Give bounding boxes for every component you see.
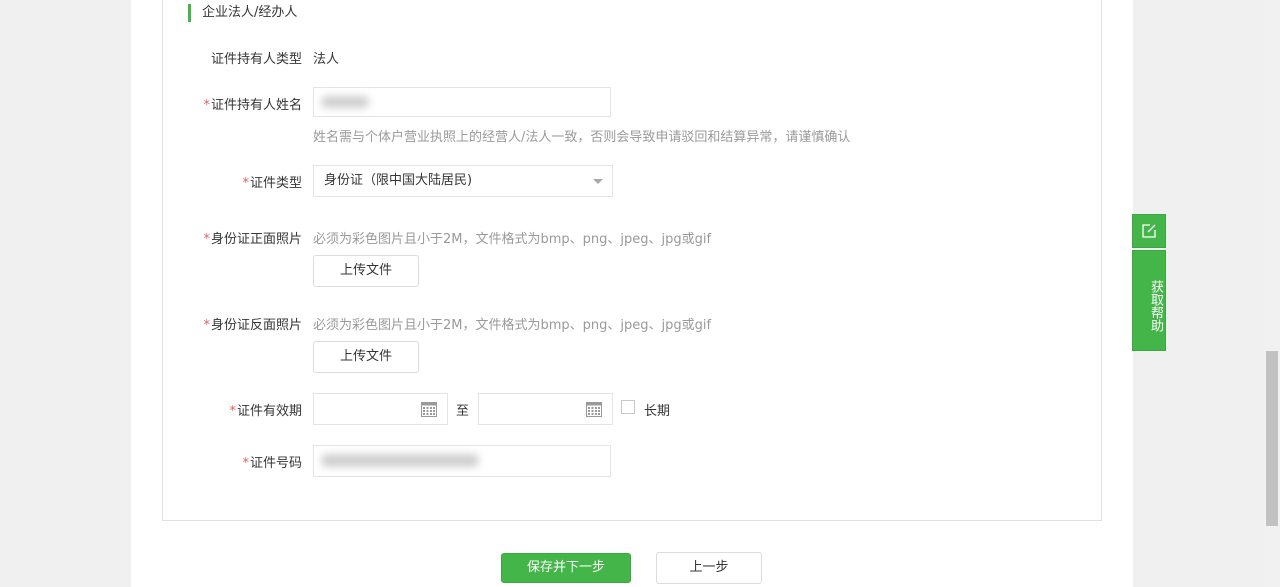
required-mark: * [203,232,210,247]
feedback-button[interactable] [1132,214,1166,248]
holder-type-value: 法人 [313,52,340,67]
date-range-separator: 至 [456,404,470,419]
redacted-name [321,96,369,108]
id-number-label: *证件号码 [242,456,302,471]
id-type-selected-value: 身份证（限中国大陆居民) [324,173,473,188]
id-front-tip: 必须为彩色图片且小于2M，文件格式为bmp、png、jpeg、jpg或gif [313,232,712,247]
validity-start-date-input[interactable] [313,393,448,425]
calendar-icon [421,402,437,417]
holder-type-label: 证件持有人类型 [210,52,302,67]
edit-icon [1142,224,1156,238]
required-mark: * [203,318,210,333]
id-back-tip: 必须为彩色图片且小于2M，文件格式为bmp、png、jpeg、jpg或gif [313,318,712,333]
save-next-button[interactable]: 保存并下一步 [501,553,631,583]
long-term-label: 长期 [644,404,671,419]
scrollbar-thumb[interactable] [1266,351,1278,526]
validity-end-date-input[interactable] [478,393,613,425]
id-type-label: *证件类型 [242,176,302,191]
prev-step-button[interactable]: 上一步 [656,552,762,584]
holder-name-tip: 姓名需与个体户营业执照上的经营人/法人一致，否则会导致申请驳回和结算异常，请谨慎… [313,130,851,145]
chevron-down-icon [593,179,603,184]
required-mark: * [203,98,210,113]
validity-label: *证件有效期 [229,404,302,419]
holder-name-label: *证件持有人姓名 [203,98,302,113]
required-mark: * [229,404,236,419]
id-back-label: *身份证反面照片 [203,318,302,333]
required-mark: * [242,176,249,191]
long-term-checkbox[interactable] [621,400,635,414]
upload-front-button[interactable]: 上传文件 [313,255,419,287]
get-help-label: 获取帮助 [1148,279,1163,332]
id-front-label: *身份证正面照片 [203,232,302,247]
section-title: 企业法人/经办人 [188,4,297,22]
get-help-tab[interactable]: 获取帮助 [1132,250,1166,351]
required-mark: * [242,456,249,471]
form-container [162,0,1102,521]
redacted-id-number [321,454,479,467]
id-type-select[interactable]: 身份证（限中国大陆居民) [313,165,613,197]
calendar-icon [586,402,602,417]
upload-back-button[interactable]: 上传文件 [313,341,419,373]
